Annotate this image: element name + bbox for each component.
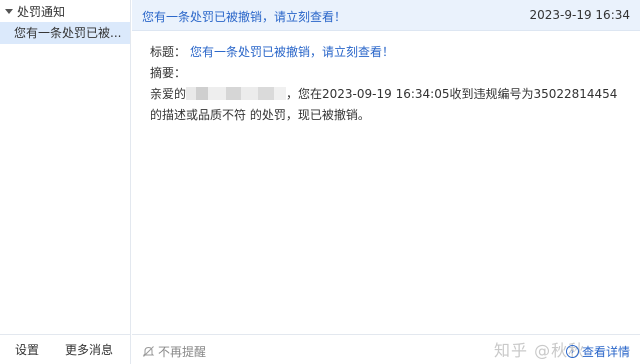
bell-off-icon [142, 346, 155, 357]
header-title: 您有一条处罚已被撤销，请立刻查看！ [142, 10, 347, 24]
tree-item-message[interactable]: 您有一条处罚已被... [0, 22, 130, 44]
tree-group-label: 处罚通知 [17, 4, 66, 19]
chevron-right-icon: › [565, 345, 579, 358]
redacted-username [186, 87, 287, 100]
details-label: 查看详情 [581, 345, 630, 359]
sidebar: 处罚通知 您有一条处罚已被... 设置 更多消息 [0, 0, 131, 364]
more-messages-button[interactable]: 更多消息 [65, 341, 113, 358]
greeting-prefix: 亲爱的 [150, 87, 187, 101]
body-line-1: ，您在2023-09-19 16:34:05收到违规编号为35022814454 [286, 87, 618, 101]
message-header: 您有一条处罚已被撤销，请立刻查看！ 2023-9-19 16:34 [132, 0, 640, 31]
mute-button[interactable]: 不再提醒 [142, 343, 206, 360]
tree-group-penalty-notice[interactable]: 处罚通知 [0, 0, 130, 22]
body-line-2: 的描述或品质不符 的处罚，现已被撤销。 [150, 108, 370, 122]
sidebar-footer: 设置 更多消息 [0, 334, 130, 364]
title-label: 标题： [150, 45, 187, 59]
bottom-bar: 不再提醒 知乎 @秋秋 › 查看详情 [132, 334, 640, 364]
header-timestamp: 2023-9-19 16:34 [529, 8, 631, 22]
title-row: 标题： 您有一条处罚已被撤销，请立刻查看！ [150, 42, 630, 63]
summary-text: 亲爱的 ，您在2023-09-19 16:34:05收到违规编号为35022814… [150, 84, 630, 126]
settings-button[interactable]: 设置 [15, 341, 39, 358]
caret-down-icon[interactable] [5, 8, 13, 14]
message-body: 标题： 您有一条处罚已被撤销，请立刻查看！ 摘要： 亲爱的 ，您在2023-09-1… [150, 42, 630, 126]
view-details-button[interactable]: › 查看详情 [565, 343, 630, 360]
tree-item-label: 您有一条处罚已被... [14, 26, 122, 40]
mute-label: 不再提醒 [158, 345, 207, 359]
summary-label: 摘要： [150, 66, 187, 80]
title-value: 您有一条处罚已被撤销，请立刻查看！ [190, 45, 395, 59]
